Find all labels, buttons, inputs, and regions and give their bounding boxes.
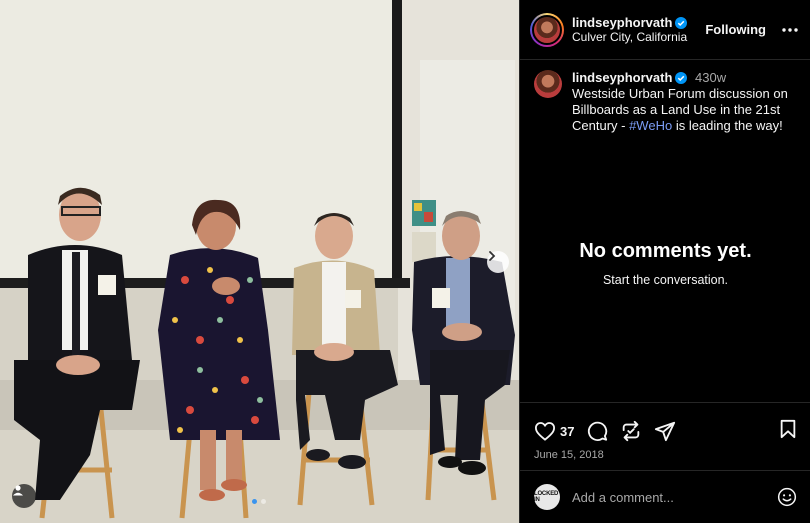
caption-author-avatar[interactable]: [534, 70, 562, 98]
following-button[interactable]: Following: [705, 22, 766, 37]
add-comment-input[interactable]: [572, 489, 777, 505]
author-avatar[interactable]: [530, 12, 564, 47]
comment-button[interactable]: [586, 420, 608, 442]
post-caption: lindseyphorvath 430w Westside Urban Foru…: [520, 60, 810, 134]
emoji-button[interactable]: [777, 487, 797, 507]
carousel-dot-2: [261, 499, 266, 504]
author-info: lindseyphorvath Culver City, California: [572, 15, 705, 45]
more-options-icon: [782, 27, 798, 32]
hashtag-link[interactable]: #WeHo: [629, 118, 672, 133]
like-button[interactable]: 37: [534, 421, 574, 441]
user-tags-button[interactable]: [12, 484, 36, 508]
empty-comments-subtitle: Start the conversation.: [602, 273, 729, 287]
post-actions: 37 June 15, 2018: [520, 402, 810, 461]
post-header: lindseyphorvath Culver City, California …: [520, 0, 810, 60]
panel-discussion-photo: [0, 0, 519, 523]
author-username[interactable]: lindseyphorvath: [572, 15, 672, 30]
post-photo: [0, 0, 519, 523]
post-age[interactable]: 430w: [695, 70, 726, 85]
carousel-dot-1: [252, 499, 257, 504]
repost-icon: [623, 420, 640, 442]
heart-icon: [534, 422, 556, 441]
carousel-next-button[interactable]: [487, 251, 509, 273]
verified-badge-icon: [675, 16, 688, 29]
bookmark-icon: [780, 419, 796, 438]
post-location[interactable]: Culver City, California: [572, 30, 705, 45]
chevron-right-icon: [489, 251, 496, 261]
caption-part-2: is leading the way!: [672, 118, 783, 133]
empty-comments-state: No comments yet. Start the conversation.: [520, 240, 810, 287]
viewer-avatar: LOCKED IN: [534, 484, 560, 510]
comment-composer: LOCKED IN: [520, 470, 810, 523]
more-options-button[interactable]: [782, 27, 798, 32]
verified-badge-icon: [675, 72, 688, 84]
save-button[interactable]: [779, 419, 797, 444]
share-icon: [655, 421, 676, 442]
post-details-panel: lindseyphorvath Culver City, California …: [519, 0, 810, 523]
carousel-indicator: [252, 499, 266, 504]
empty-comments-title: No comments yet.: [579, 240, 752, 262]
like-count[interactable]: 37: [560, 424, 574, 439]
repost-button[interactable]: [620, 420, 642, 442]
caption-username[interactable]: lindseyphorvath: [572, 70, 672, 85]
emoji-icon: [777, 487, 797, 507]
post-date[interactable]: June 15, 2018: [520, 449, 810, 461]
comment-icon: [588, 421, 608, 441]
share-button[interactable]: [654, 420, 676, 442]
user-tag-icon: [13, 485, 23, 496]
caption-text: lindseyphorvath 430w Westside Urban Foru…: [572, 70, 798, 134]
